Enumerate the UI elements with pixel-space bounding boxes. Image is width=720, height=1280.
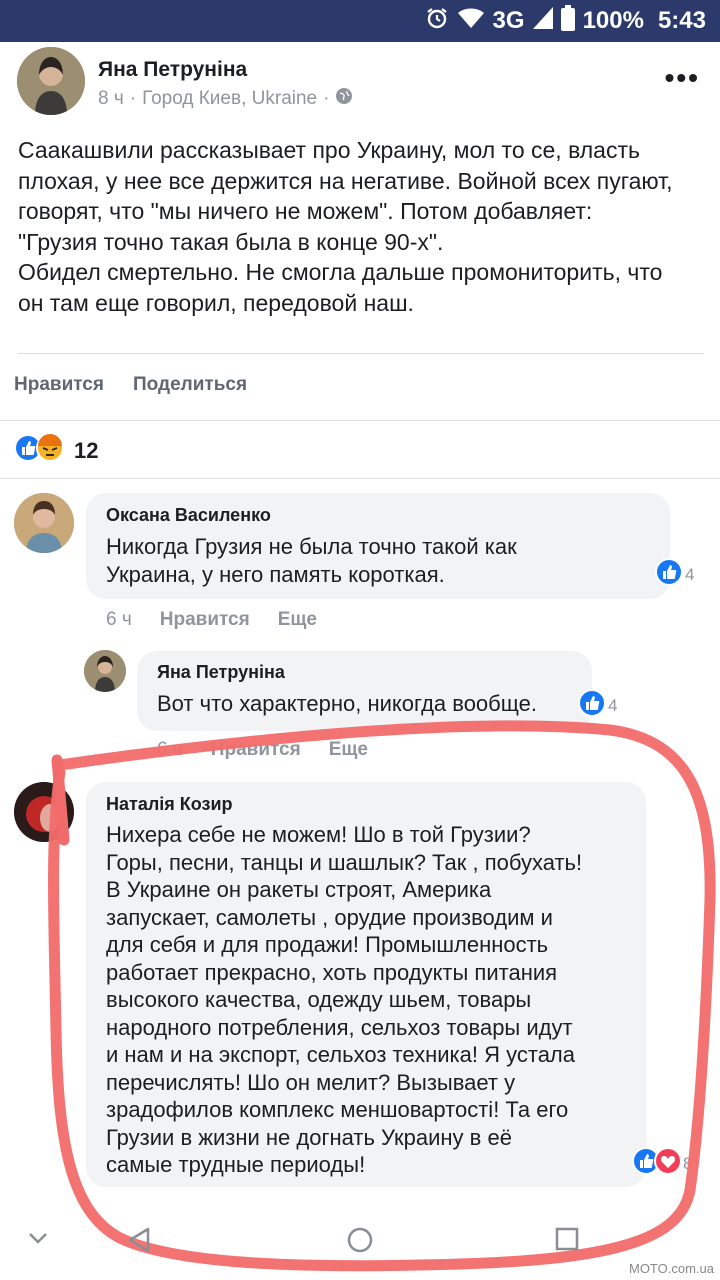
- share-button[interactable]: Поделиться: [133, 374, 247, 396]
- commenter-avatar[interactable]: [14, 782, 74, 842]
- comment-like-button[interactable]: Нравится: [160, 609, 250, 631]
- like-reaction-icon: [655, 558, 683, 591]
- commenter-avatar[interactable]: [14, 493, 74, 553]
- comment-time: 6 ч: [157, 739, 183, 760]
- watermark: MOTO.com.ua: [628, 1261, 714, 1276]
- globe-icon: [335, 87, 353, 111]
- divider: [0, 478, 720, 479]
- comment-reaction-count: 8: [683, 1153, 693, 1173]
- comment-text: Нихера себе не можем! Шо в той Грузии? Г…: [106, 822, 583, 1177]
- alarm-icon: [425, 6, 449, 37]
- like-reaction-icon: [578, 689, 606, 722]
- post-text: Саакашвили рассказывает про Украину, мол…: [18, 135, 708, 318]
- comment-time: 6 ч: [106, 609, 132, 630]
- post-text-line: плохая, у нее все держится на негативе. …: [18, 167, 673, 194]
- recents-icon[interactable]: [555, 1227, 579, 1256]
- post-location[interactable]: Город Киев, Ukraine: [142, 88, 317, 110]
- comment-reaction-count: 4: [685, 564, 695, 584]
- comment-reactions[interactable]: 4: [655, 558, 694, 591]
- comment-more-button[interactable]: Еще: [329, 739, 368, 761]
- status-bar: 3G 100% 5:43: [0, 0, 720, 42]
- comment-author[interactable]: Наталiя Козир: [106, 794, 233, 815]
- post-text-line: Обидел смертельно. Не смогла дальше пром…: [18, 259, 663, 285]
- back-icon[interactable]: [126, 1226, 152, 1259]
- post-text-line: "Грузия точно такая была в конце 90-х".: [18, 228, 444, 255]
- battery-percent: 100%: [582, 7, 644, 34]
- reaction-count: 12: [74, 437, 99, 463]
- network-type: 3G: [492, 7, 525, 34]
- battery-icon: [560, 4, 575, 38]
- comment-author[interactable]: Оксана Василенко: [106, 505, 271, 526]
- post-text-line: он там еще говорил, передовой наш.: [18, 289, 414, 316]
- angry-reaction-icon: [36, 434, 64, 467]
- post-time: 8 ч: [98, 88, 124, 109]
- clock: 5:43: [657, 7, 706, 34]
- comment-text: Никогда Грузия не была точно такой как У…: [106, 534, 517, 587]
- more-options-icon[interactable]: •••: [665, 62, 700, 94]
- comment-reactions[interactable]: 8: [632, 1147, 692, 1180]
- commenter-avatar[interactable]: [84, 650, 126, 692]
- comment-meta: 6 ч Нравится Еще: [106, 609, 317, 631]
- reaction-summary[interactable]: 12: [14, 434, 98, 467]
- love-reaction-icon: [654, 1147, 682, 1180]
- comment-text: Вот что характерно, никогда вообще.: [157, 691, 537, 716]
- comment-reactions[interactable]: 4: [578, 689, 617, 722]
- chevron-down-icon[interactable]: [28, 1232, 48, 1251]
- comment-meta: 6 ч Нравится Еще: [157, 739, 368, 761]
- signal-icon: [532, 6, 553, 36]
- wifi-icon: [457, 7, 485, 36]
- divider: [18, 353, 704, 354]
- comment-reaction-count: 4: [608, 695, 618, 715]
- like-button[interactable]: Нравится: [14, 374, 104, 396]
- post-author-avatar[interactable]: [17, 47, 85, 115]
- divider: [0, 420, 720, 421]
- post-text-line: говорят, что "мы ничего не можем". Потом…: [18, 198, 593, 224]
- post-meta: 8 ч · Город Киев, Ukraine ·: [98, 87, 353, 111]
- post-author-name[interactable]: Яна Петрунiна: [98, 58, 247, 82]
- comment-like-button[interactable]: Нравится: [211, 739, 301, 761]
- comment-more-button[interactable]: Еще: [278, 609, 317, 631]
- comment-author[interactable]: Яна Петрунiна: [157, 662, 285, 683]
- post-text-line: Саакашвили рассказывает про Украину, мол…: [18, 137, 640, 163]
- android-nav-bar: [0, 1210, 720, 1270]
- home-icon[interactable]: [346, 1226, 374, 1259]
